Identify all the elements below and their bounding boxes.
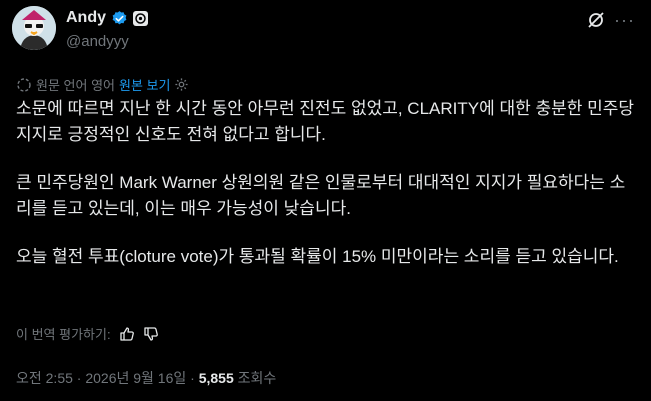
author-handle[interactable]: @andyyy <box>66 33 129 50</box>
settings-gear-icon[interactable] <box>174 77 189 92</box>
translation-note: 원문 언어 영어 원본 보기 <box>16 75 189 94</box>
author-name-row[interactable]: Andy <box>66 9 148 27</box>
rate-translation: 이 번역 평가하기: <box>16 324 159 343</box>
post-body: 소문에 따르면 지난 한 시간 동안 아무런 진전도 없었고, CLARITY에… <box>16 96 636 270</box>
author-name[interactable]: Andy <box>66 9 106 27</box>
affiliate-badge-icon[interactable] <box>133 10 148 26</box>
post-meta: 오전 2:55 · 2026년 9월 16일 · 5,855 조회수 <box>16 368 276 388</box>
translate-icon <box>17 77 31 92</box>
views-count: 5,855 <box>198 370 234 386</box>
grok-icon[interactable] <box>586 10 606 30</box>
post-timestamp[interactable]: 오전 2:55 · 2026년 9월 16일 · <box>16 370 199 386</box>
avatar[interactable] <box>12 6 56 50</box>
thumbs-down-icon[interactable] <box>143 326 159 342</box>
avatar-image <box>12 6 56 50</box>
show-original-link[interactable]: 원본 보기 <box>119 75 170 94</box>
views-label: 조회수 <box>233 370 277 386</box>
post-paragraph: 큰 민주당원인 Mark Warner 상원의원 같은 인물로부터 대대적인 지… <box>16 173 626 218</box>
more-icon[interactable]: ··· <box>614 10 638 30</box>
translation-source-note: 원문 언어 영어 <box>36 78 115 93</box>
rate-translation-label: 이 번역 평가하기: <box>16 327 111 342</box>
post-paragraph: 오늘 혈전 투표(cloture vote)가 통과될 확률이 15% 미만이라… <box>16 247 619 266</box>
thumbs-up-icon[interactable] <box>119 326 135 342</box>
verified-badge-icon <box>112 10 127 24</box>
post-paragraph: 소문에 따르면 지난 한 시간 동안 아무런 진전도 없었고, CLARITY에… <box>16 99 635 144</box>
